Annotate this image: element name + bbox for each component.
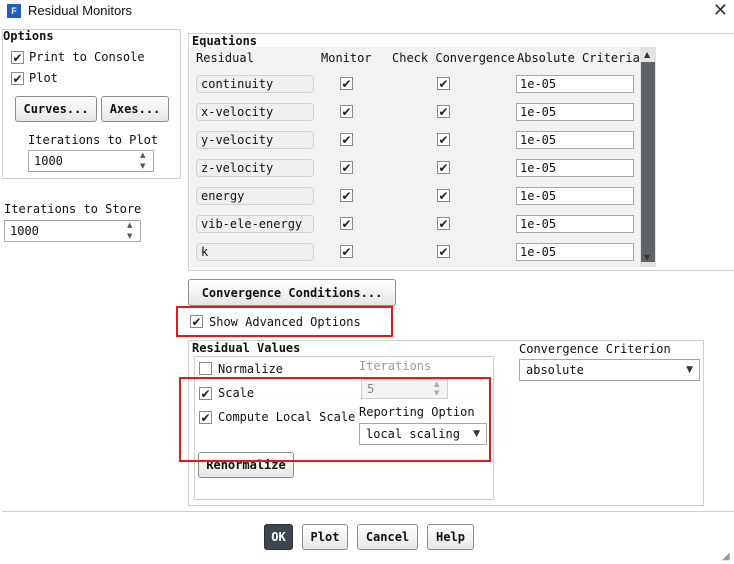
- iterations-to-plot-input[interactable]: 1000 ▲ ▼: [28, 150, 154, 172]
- equations-title: Equations: [192, 34, 258, 48]
- show-advanced-options-checkbox[interactable]: ✔: [190, 315, 203, 328]
- header-residual: Residual: [196, 51, 254, 65]
- header-absolute-criteria: Absolute Criteria: [517, 51, 640, 65]
- convergence-criterion-value: absolute: [526, 363, 584, 377]
- print-to-console-label: Print to Console: [29, 50, 145, 64]
- absolute-criteria-input-1[interactable]: 1e-05: [516, 103, 634, 121]
- convergence-criterion-label: Convergence Criterion: [519, 342, 671, 356]
- footer-divider: [2, 511, 734, 512]
- check-convergence-checkbox-4[interactable]: ✔: [437, 189, 450, 202]
- check-mark-icon: ✔: [341, 76, 352, 91]
- show-advanced-options-label: Show Advanced Options: [209, 315, 361, 329]
- check-convergence-checkbox-2[interactable]: ✔: [437, 133, 450, 146]
- monitor-checkbox-4[interactable]: ✔: [340, 189, 353, 202]
- residual-name-5: vib-ele-energy: [196, 215, 314, 233]
- options-title: Options: [3, 29, 54, 43]
- residual-name-2: y-velocity: [196, 131, 314, 149]
- check-mark-icon: ✔: [438, 216, 449, 231]
- absolute-criteria-input-3[interactable]: 1e-05: [516, 159, 634, 177]
- monitor-checkbox-1[interactable]: ✔: [340, 105, 353, 118]
- residual-name-4: energy: [196, 187, 314, 205]
- check-mark-icon: ✔: [341, 244, 352, 259]
- residual-name-6: k: [196, 243, 314, 261]
- check-mark-icon: ✔: [438, 132, 449, 147]
- chevron-down-icon: ▼: [686, 365, 693, 375]
- scroll-down-icon[interactable]: ▼: [644, 253, 650, 262]
- absolute-criteria-input-2[interactable]: 1e-05: [516, 131, 634, 149]
- normalize-label: Normalize: [218, 362, 284, 376]
- app-icon: F: [7, 4, 21, 18]
- monitor-checkbox-5[interactable]: ✔: [340, 217, 353, 230]
- residual-name-0: continuity: [196, 75, 314, 93]
- iterations-to-store-value: 1000: [10, 224, 39, 238]
- iterations-to-store-label: Iterations to Store: [4, 202, 142, 216]
- check-mark-icon: ✔: [438, 244, 449, 259]
- equations-scrollbar[interactable]: ▲ ▼: [640, 47, 656, 267]
- absolute-criteria-input-6[interactable]: 1e-05: [516, 243, 634, 261]
- residual-values-title: Residual Values: [192, 341, 301, 355]
- plot-label: Plot: [29, 71, 58, 85]
- convergence-conditions-button[interactable]: Convergence Conditions...: [188, 279, 396, 306]
- convergence-criterion-select[interactable]: absolute ▼: [519, 359, 700, 381]
- axes-button[interactable]: Axes...: [101, 96, 169, 122]
- help-button[interactable]: Help: [427, 524, 474, 550]
- cancel-button[interactable]: Cancel: [357, 524, 418, 550]
- monitor-checkbox-0[interactable]: ✔: [340, 77, 353, 90]
- monitor-checkbox-3[interactable]: ✔: [340, 161, 353, 174]
- highlight-scale-options: [179, 377, 491, 462]
- resize-grip-icon[interactable]: ◢: [722, 551, 730, 562]
- check-mark-icon: ✔: [438, 160, 449, 175]
- check-convergence-checkbox-3[interactable]: ✔: [437, 161, 450, 174]
- print-to-console-checkbox[interactable]: ✔: [11, 51, 24, 64]
- ok-button[interactable]: OK: [264, 524, 293, 550]
- absolute-criteria-input-0[interactable]: 1e-05: [516, 75, 634, 93]
- check-mark-icon: ✔: [341, 132, 352, 147]
- title-bar: F Residual Monitors ✕: [0, 0, 734, 22]
- check-mark-icon: ✔: [438, 76, 449, 91]
- equations-table: Residual Monitor Check Convergence Absol…: [190, 47, 640, 267]
- check-mark-icon: ✔: [438, 104, 449, 119]
- spinner-arrows-icon[interactable]: ▲ ▼: [127, 222, 137, 240]
- absolute-criteria-input-4[interactable]: 1e-05: [516, 187, 634, 205]
- iterations-to-plot-value: 1000: [34, 154, 63, 168]
- check-mark-icon: ✔: [341, 216, 352, 231]
- check-mark-icon: ✔: [341, 104, 352, 119]
- absolute-criteria-input-5[interactable]: 1e-05: [516, 215, 634, 233]
- check-convergence-checkbox-5[interactable]: ✔: [437, 217, 450, 230]
- app-icon-letter: F: [11, 6, 17, 16]
- residual-name-3: z-velocity: [196, 159, 314, 177]
- check-mark-icon: ✔: [12, 71, 23, 86]
- plot-checkbox[interactable]: ✔: [11, 72, 24, 85]
- check-mark-icon: ✔: [438, 188, 449, 203]
- scrollbar-thumb[interactable]: [641, 62, 655, 262]
- iterations-to-plot-label: Iterations to Plot: [28, 133, 159, 147]
- spinner-arrows-icon[interactable]: ▲ ▼: [140, 152, 150, 170]
- check-mark-icon: ✔: [341, 188, 352, 203]
- check-convergence-checkbox-6[interactable]: ✔: [437, 245, 450, 258]
- check-convergence-checkbox-1[interactable]: ✔: [437, 105, 450, 118]
- monitor-checkbox-6[interactable]: ✔: [340, 245, 353, 258]
- check-mark-icon: ✔: [12, 50, 23, 65]
- window-title: Residual Monitors: [28, 3, 133, 18]
- check-mark-icon: ✔: [341, 160, 352, 175]
- iterations-label: Iterations: [359, 359, 432, 373]
- header-monitor: Monitor: [321, 51, 372, 65]
- residual-name-1: x-velocity: [196, 103, 314, 121]
- check-mark-icon: ✔: [191, 314, 202, 329]
- close-icon[interactable]: ✕: [713, 0, 728, 21]
- plot-button[interactable]: Plot: [302, 524, 348, 550]
- check-convergence-checkbox-0[interactable]: ✔: [437, 77, 450, 90]
- monitor-checkbox-2[interactable]: ✔: [340, 133, 353, 146]
- scroll-up-icon[interactable]: ▲: [644, 50, 650, 59]
- normalize-checkbox[interactable]: [199, 362, 212, 375]
- curves-button[interactable]: Curves...: [15, 96, 97, 122]
- header-check-convergence: Check Convergence: [392, 51, 515, 65]
- iterations-to-store-input[interactable]: 1000 ▲ ▼: [4, 220, 141, 242]
